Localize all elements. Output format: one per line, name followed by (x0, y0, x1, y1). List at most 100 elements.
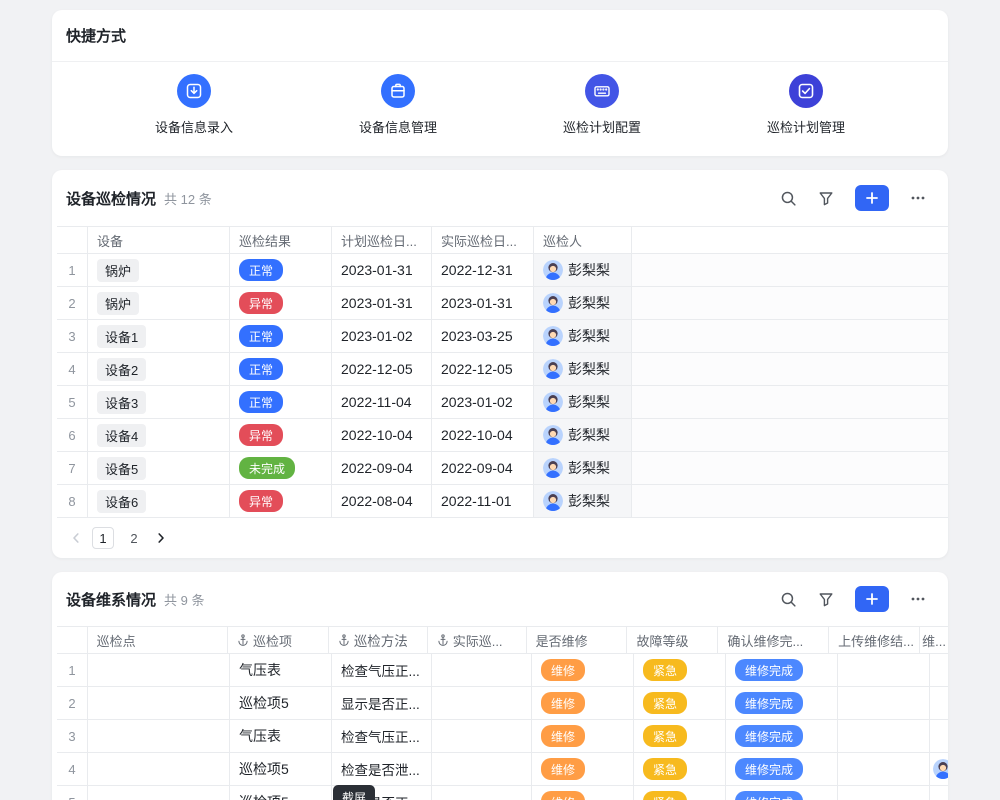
inspector-cell[interactable]: 彭梨梨 (534, 287, 632, 319)
confirm-badge[interactable]: 维修完成 (735, 725, 803, 747)
actual-cell[interactable] (432, 720, 532, 752)
method-cell[interactable]: 显示是否正... (332, 687, 432, 719)
filter-icon[interactable] (818, 190, 834, 206)
confirm-cell[interactable]: 维修完成 (726, 753, 838, 785)
point-cell[interactable] (88, 720, 230, 752)
table-row[interactable]: 2 巡检项5 显示是否正... 维修 紧急 维修完成 (57, 687, 948, 720)
confirm-badge[interactable]: 维修完成 (735, 791, 803, 800)
planned-date-cell[interactable]: 2022-10-04 (332, 419, 432, 451)
result-cell[interactable]: 异常 (230, 419, 332, 451)
level-cell[interactable]: 紧急 (634, 654, 726, 686)
planned-date-cell[interactable]: 2023-01-31 (332, 287, 432, 319)
column-header-result[interactable]: 巡检结果 (230, 227, 332, 253)
result-badge[interactable]: 正常 (239, 358, 283, 380)
table-row[interactable]: 6 设备4 异常 2022-10-04 2022-10-04 彭梨梨 (57, 419, 948, 452)
column-header-actual[interactable]: 实际巡... (428, 627, 527, 653)
inspector-cell[interactable]: 彭梨梨 (534, 485, 632, 517)
chevron-left-icon[interactable] (69, 531, 83, 545)
point-cell[interactable] (88, 753, 230, 785)
column-header-clipped[interactable]: 维... (920, 627, 948, 653)
result-cell[interactable]: 正常 (230, 320, 332, 352)
result-cell[interactable]: 异常 (230, 485, 332, 517)
inspector-cell[interactable]: 彭梨梨 (534, 419, 632, 451)
item-cell[interactable]: 巡检项5 (230, 687, 332, 719)
result-cell[interactable]: 未完成 (230, 452, 332, 484)
column-header-confirm[interactable]: 确认维修完... (718, 627, 829, 653)
result-cell[interactable]: 正常 (230, 386, 332, 418)
method-cell[interactable]: 检查气压正... (332, 654, 432, 686)
filter-icon[interactable] (818, 591, 834, 607)
upload-cell[interactable] (838, 753, 930, 785)
result-badge[interactable]: 异常 (239, 490, 283, 512)
clipped-cell[interactable] (930, 753, 948, 785)
device-cell[interactable]: 设备3 (88, 386, 230, 418)
repair-badge[interactable]: 维修 (541, 758, 585, 780)
more-icon[interactable] (910, 591, 926, 607)
shortcut-plan-manage[interactable]: 巡检计划管理 (767, 74, 845, 136)
repair-badge[interactable]: 维修 (541, 725, 585, 747)
clipped-cell[interactable] (930, 786, 948, 800)
search-icon[interactable] (780, 190, 797, 207)
inspector-cell[interactable]: 彭梨梨 (534, 353, 632, 385)
confirm-cell[interactable]: 维修完成 (726, 654, 838, 686)
table-row[interactable]: 5 巡检项5 显示是否正... 维修 紧急 维修完成 (57, 786, 948, 800)
confirm-badge[interactable]: 维修完成 (735, 758, 803, 780)
repair-cell[interactable]: 维修 (532, 687, 634, 719)
chevron-right-icon[interactable] (154, 531, 168, 545)
table-row[interactable]: 4 设备2 正常 2022-12-05 2022-12-05 彭梨梨 (57, 353, 948, 386)
clipped-cell[interactable] (930, 687, 948, 719)
point-cell[interactable] (88, 786, 230, 800)
add-record-button[interactable] (855, 185, 889, 211)
level-badge[interactable]: 紧急 (643, 659, 687, 681)
actual-date-cell[interactable]: 2023-01-02 (432, 386, 534, 418)
upload-cell[interactable] (838, 720, 930, 752)
device-cell[interactable]: 锅炉 (88, 254, 230, 286)
table-row[interactable]: 4 巡检项5 检查是否泄... 维修 紧急 维修完成 (57, 753, 948, 786)
device-cell[interactable]: 设备1 (88, 320, 230, 352)
column-header-item[interactable]: 巡检项 (228, 627, 329, 653)
confirm-cell[interactable]: 维修完成 (726, 720, 838, 752)
device-cell[interactable]: 设备6 (88, 485, 230, 517)
table-row[interactable]: 5 设备3 正常 2022-11-04 2023-01-02 彭梨梨 (57, 386, 948, 419)
planned-date-cell[interactable]: 2022-09-04 (332, 452, 432, 484)
point-cell[interactable] (88, 654, 230, 686)
repair-cell[interactable]: 维修 (532, 720, 634, 752)
more-icon[interactable] (910, 190, 926, 206)
method-cell[interactable]: 检查气压正... (332, 720, 432, 752)
level-badge[interactable]: 紧急 (643, 692, 687, 714)
item-cell[interactable]: 气压表 (230, 720, 332, 752)
result-badge[interactable]: 异常 (239, 424, 283, 446)
upload-cell[interactable] (838, 786, 930, 800)
column-header-device[interactable]: 设备 (88, 227, 230, 253)
confirm-badge[interactable]: 维修完成 (735, 659, 803, 681)
actual-date-cell[interactable]: 2023-01-31 (432, 287, 534, 319)
planned-date-cell[interactable]: 2023-01-31 (332, 254, 432, 286)
table-row[interactable]: 8 设备6 异常 2022-08-04 2022-11-01 彭梨梨 (57, 485, 948, 518)
column-header-level[interactable]: 故障等级 (627, 627, 718, 653)
screenshot-tooltip[interactable]: 截屏 (333, 785, 375, 800)
table-row[interactable]: 2 锅炉 异常 2023-01-31 2023-01-31 彭梨梨 (57, 287, 948, 320)
device-tag[interactable]: 设备1 (97, 325, 146, 348)
clipped-cell[interactable] (930, 720, 948, 752)
actual-date-cell[interactable]: 2022-09-04 (432, 452, 534, 484)
actual-cell[interactable] (432, 786, 532, 800)
method-cell[interactable]: 检查是否泄... (332, 753, 432, 785)
device-tag[interactable]: 设备3 (97, 391, 146, 414)
planned-date-cell[interactable]: 2022-12-05 (332, 353, 432, 385)
device-tag[interactable]: 设备5 (97, 457, 146, 480)
repair-badge[interactable]: 维修 (541, 791, 585, 800)
confirm-cell[interactable]: 维修完成 (726, 687, 838, 719)
repair-badge[interactable]: 维修 (541, 692, 585, 714)
repair-cell[interactable]: 维修 (532, 753, 634, 785)
item-cell[interactable]: 气压表 (230, 654, 332, 686)
device-tag[interactable]: 锅炉 (97, 259, 139, 282)
actual-date-cell[interactable]: 2022-10-04 (432, 419, 534, 451)
result-cell[interactable]: 异常 (230, 287, 332, 319)
repair-cell[interactable]: 维修 (532, 654, 634, 686)
result-badge[interactable]: 正常 (239, 325, 283, 347)
planned-date-cell[interactable]: 2022-08-04 (332, 485, 432, 517)
repair-cell[interactable]: 维修 (532, 786, 634, 800)
shortcut-device-manage[interactable]: 设备信息管理 (359, 74, 437, 136)
result-badge[interactable]: 未完成 (239, 457, 295, 479)
planned-date-cell[interactable]: 2023-01-02 (332, 320, 432, 352)
